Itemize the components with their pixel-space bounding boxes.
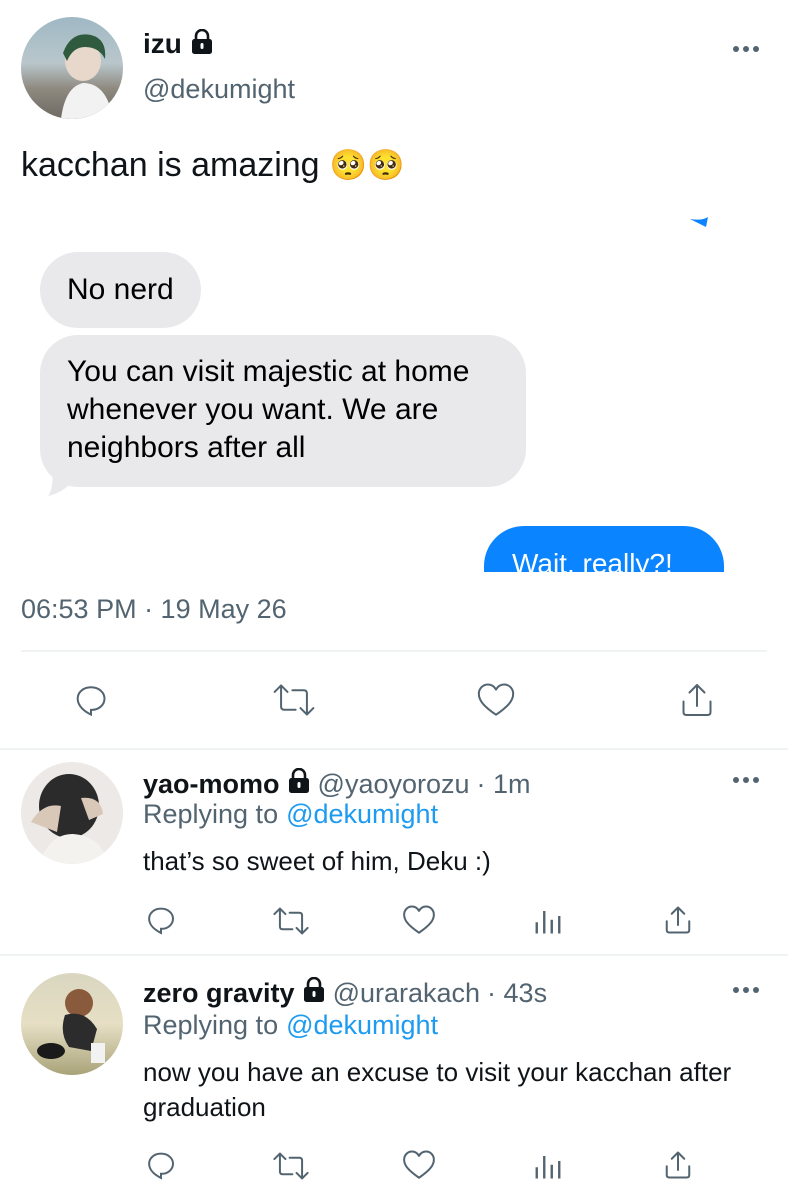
avatar-photo (61, 34, 113, 119)
divider (21, 650, 767, 652)
reply-icon[interactable] (72, 682, 110, 718)
retweet-icon[interactable] (273, 906, 309, 936)
share-icon[interactable] (679, 682, 715, 718)
handle[interactable]: @urarakach (333, 978, 480, 1009)
handle[interactable]: @dekumight (143, 74, 295, 105)
replying-to-link[interactable]: @dekumight (286, 1010, 438, 1041)
like-icon[interactable] (402, 904, 436, 936)
divider (0, 954, 788, 956)
display-name[interactable]: yao-momo (143, 769, 280, 800)
analytics-icon[interactable] (533, 1151, 563, 1181)
message-bubble-received: You can visit majestic at home whenever … (40, 335, 526, 487)
message-bubble-sent: Wait, really?! (484, 526, 724, 572)
reply-icon[interactable] (145, 904, 177, 936)
display-name[interactable]: izu (143, 28, 182, 60)
divider (0, 748, 788, 750)
avatar-photo (37, 989, 105, 1063)
avatar-photo (31, 774, 109, 864)
lock-icon (302, 977, 326, 1010)
tweet-text: kacchan is amazing (21, 146, 320, 184)
reply-icon[interactable] (145, 1149, 177, 1181)
share-icon[interactable] (663, 1149, 693, 1181)
analytics-icon[interactable] (533, 906, 563, 936)
bubble-tail (48, 470, 78, 501)
retweet-icon[interactable] (273, 683, 315, 717)
tweet-timestamp[interactable]: 06:53 PM · 19 May 26 (21, 594, 287, 625)
relative-time[interactable]: · 43s (487, 978, 547, 1009)
replying-to-label: Replying to (143, 1010, 279, 1040)
avatar[interactable] (21, 973, 123, 1075)
message-text: Wait, really?! (512, 548, 673, 572)
tweet-text: that’s so sweet of him, Deku :) (143, 846, 491, 876)
message-bubble-received: No nerd (40, 252, 201, 328)
more-options-icon[interactable] (733, 777, 759, 783)
like-icon[interactable] (402, 1149, 436, 1181)
display-name[interactable]: zero gravity (143, 978, 295, 1009)
tweet-text: now you have an excuse to visit your kac… (143, 1057, 732, 1122)
avatar[interactable] (21, 762, 123, 864)
retweet-icon[interactable] (273, 1151, 309, 1181)
replying-to-label: Replying to (143, 799, 279, 829)
lock-icon (287, 768, 311, 801)
bubble-tail-fragment (690, 214, 708, 227)
lock-icon (190, 29, 214, 60)
more-options-icon[interactable] (733, 987, 759, 993)
pleading-face-emoji: 🥺🥺 (329, 149, 405, 182)
message-text: No nerd (67, 273, 174, 306)
avatar[interactable] (21, 17, 123, 119)
more-options-icon[interactable] (733, 46, 759, 52)
like-icon[interactable] (476, 682, 516, 718)
handle[interactable]: @yaoyorozu (318, 769, 470, 800)
message-text: You can visit majestic at home whenever … (67, 355, 470, 464)
relative-time[interactable]: · 1m (477, 769, 531, 800)
share-icon[interactable] (663, 904, 693, 936)
replying-to-link[interactable]: @dekumight (286, 799, 438, 830)
